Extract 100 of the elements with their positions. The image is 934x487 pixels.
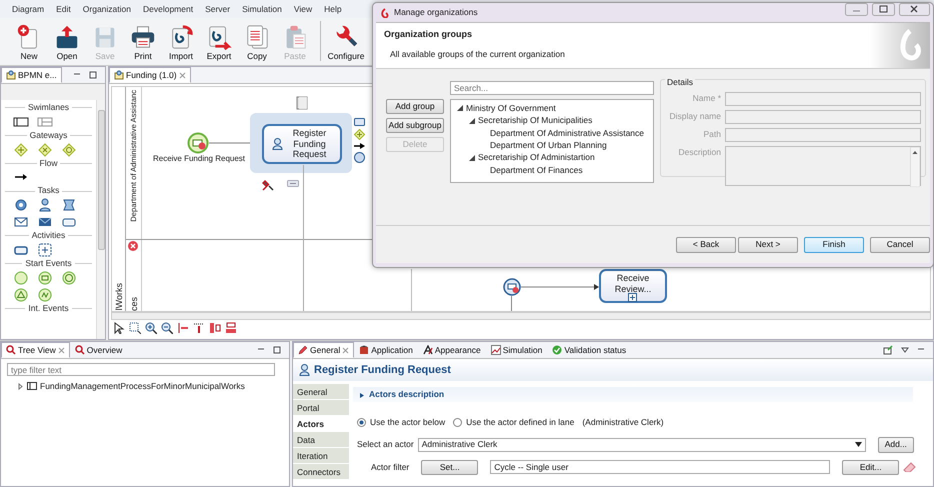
expand-toggle-icon[interactable] xyxy=(17,382,24,390)
side-tab[interactable]: Portal xyxy=(293,400,349,415)
message-event-icon[interactable] xyxy=(187,132,209,154)
gateway-icon[interactable] xyxy=(61,142,77,158)
toolbar-button[interactable]: Copy xyxy=(238,24,276,65)
toolbar-button[interactable]: Import xyxy=(162,24,200,65)
dialog-button[interactable]: Finish xyxy=(804,236,864,252)
scrollbar[interactable] xyxy=(96,100,105,339)
scroll-icon[interactable] xyxy=(61,197,77,214)
close-icon[interactable] xyxy=(342,346,350,354)
filter-value-field[interactable]: Cycle -- Single user xyxy=(490,460,830,474)
tree-item[interactable]: Department Of Finances xyxy=(490,164,583,177)
gateway-icon[interactable] xyxy=(354,129,365,140)
side-tab[interactable]: Iteration xyxy=(293,448,349,463)
radio-label[interactable]: Use the actor defined in lane xyxy=(466,416,574,429)
expand-toggle-icon[interactable] xyxy=(359,392,365,398)
zoom-in-icon[interactable] xyxy=(145,322,157,334)
align-icon[interactable] xyxy=(193,322,205,334)
radio-button[interactable] xyxy=(357,418,366,427)
section-title[interactable]: Actors description xyxy=(369,388,444,401)
signal-event-icon[interactable] xyxy=(13,286,29,303)
align-icon[interactable] xyxy=(225,322,237,334)
tree-item[interactable]: Department Of Urban Planning xyxy=(490,139,607,152)
maximize-icon[interactable] xyxy=(273,346,281,354)
annotation-icon[interactable] xyxy=(296,96,308,110)
add-button[interactable]: Add... xyxy=(878,436,914,453)
marquee-icon[interactable] xyxy=(129,322,141,334)
panel-tab[interactable]: BPMN e... xyxy=(1,67,62,83)
task-node[interactable]: Receive Review... xyxy=(599,269,667,303)
align-icon[interactable] xyxy=(177,322,189,334)
properties-tab[interactable]: General xyxy=(293,342,354,358)
toolbar-button[interactable]: Open xyxy=(48,24,86,65)
menu-item[interactable]: Simulation xyxy=(240,2,284,16)
scrollbar[interactable] xyxy=(111,312,931,320)
side-tab[interactable]: Connectors xyxy=(293,464,349,479)
tools-icon[interactable] xyxy=(262,179,274,191)
view-menu-icon[interactable] xyxy=(901,346,909,354)
tree-item[interactable]: Secretariship Of Administartion xyxy=(478,151,595,164)
search-field[interactable]: Search... xyxy=(450,81,654,95)
message-event-icon[interactable] xyxy=(37,270,53,286)
task-node[interactable]: Register Funding Request xyxy=(262,124,342,164)
task-icon[interactable] xyxy=(354,118,365,126)
panel-tab[interactable]: Tree View xyxy=(1,342,70,358)
dialog-button[interactable]: < Back xyxy=(676,236,736,252)
tree-item[interactable]: Ministry Of Government xyxy=(466,102,556,115)
gateway-icon[interactable] xyxy=(13,142,29,158)
editor-tab[interactable]: Funding (1.0) xyxy=(109,67,191,83)
align-icon[interactable] xyxy=(209,322,221,334)
toolbar-button[interactable]: Print xyxy=(124,24,162,65)
comment-icon[interactable] xyxy=(287,180,299,188)
dialog-button[interactable]: Add subgroup xyxy=(386,118,444,133)
toolbar-button[interactable]: Configure xyxy=(327,24,365,65)
properties-tab[interactable]: Application xyxy=(354,342,418,358)
expand-icon[interactable] xyxy=(628,293,637,302)
menu-item[interactable]: Organization xyxy=(80,2,133,16)
close-icon[interactable] xyxy=(178,72,186,78)
eraser-icon[interactable] xyxy=(903,462,916,472)
expand-toggle-icon[interactable] xyxy=(457,105,463,112)
radio-button[interactable] xyxy=(453,418,462,427)
menu-item[interactable]: Help xyxy=(322,2,344,16)
dialog-button[interactable]: Add group xyxy=(386,99,444,114)
pin-icon[interactable] xyxy=(883,345,893,355)
tree-item[interactable]: FundingManagementProcessForMinorMunicipalWorks xyxy=(40,380,245,393)
gateway-icon[interactable] xyxy=(37,142,53,158)
properties-tab[interactable]: Appearance xyxy=(418,342,486,358)
menu-item[interactable]: Server xyxy=(203,2,232,16)
message-event-icon[interactable] xyxy=(503,278,521,296)
tree-item[interactable]: Secretariship Of Municipalities xyxy=(478,114,592,127)
properties-tab[interactable]: Validation status xyxy=(547,342,632,358)
pointer-icon[interactable] xyxy=(113,322,125,334)
dialog-button[interactable]: Next > xyxy=(738,236,798,252)
menu-item[interactable]: Edit xyxy=(54,2,73,16)
properties-tab[interactable]: Simulation xyxy=(486,342,548,358)
filter-field[interactable]: type filter text xyxy=(7,363,275,376)
toolbar-button[interactable]: Export xyxy=(200,24,238,65)
menu-item[interactable]: Diagram xyxy=(10,2,46,16)
subprocess-icon[interactable] xyxy=(37,242,53,258)
side-tab[interactable]: General xyxy=(293,384,349,399)
timer-event-icon[interactable] xyxy=(61,270,77,286)
maximize-button[interactable] xyxy=(872,3,895,16)
zoom-out-icon[interactable] xyxy=(161,322,173,334)
expand-toggle-icon[interactable] xyxy=(469,118,475,124)
panel-tab[interactable]: Overview xyxy=(70,342,128,358)
close-icon[interactable] xyxy=(58,346,65,354)
start-event-icon[interactable] xyxy=(13,270,29,286)
event-icon[interactable] xyxy=(354,152,365,163)
close-button[interactable] xyxy=(899,3,930,16)
maximize-icon[interactable] xyxy=(89,71,97,79)
tree-item[interactable]: Department Of Administrative Assistance xyxy=(490,126,644,140)
link-event-icon[interactable] xyxy=(37,286,53,303)
dialog-button[interactable]: Cancel xyxy=(870,236,930,252)
toolbar-button[interactable]: New xyxy=(10,24,48,65)
side-tab[interactable]: Data xyxy=(293,432,349,447)
expand-toggle-icon[interactable] xyxy=(469,154,475,161)
menu-item[interactable]: Development xyxy=(140,2,196,16)
person-icon[interactable] xyxy=(37,197,53,214)
radio-label[interactable]: Use the actor below xyxy=(370,416,446,429)
actor-select[interactable]: Administrative Clerk xyxy=(418,438,866,452)
menu-item[interactable]: View xyxy=(292,2,314,16)
gear-icon[interactable] xyxy=(13,197,29,214)
